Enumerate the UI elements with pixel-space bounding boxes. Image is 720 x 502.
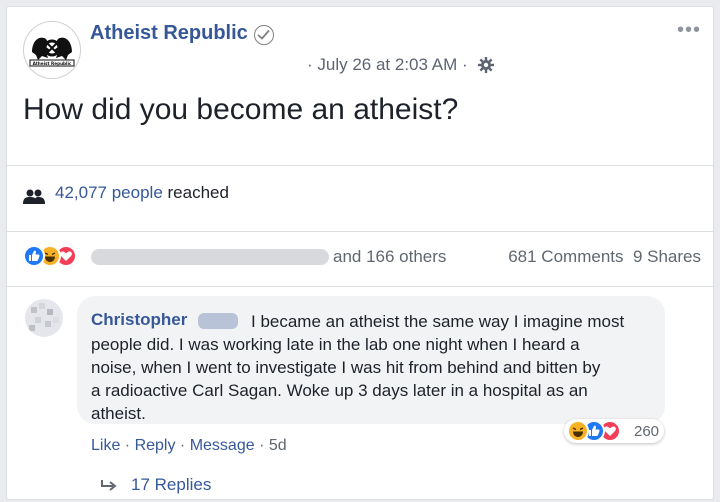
comment-actions: Like · Reply · Message · 5d [91,437,287,455]
post-timestamp[interactable]: · July 26 at 2:03 AM · [307,55,468,75]
gear-icon[interactable] [477,56,495,79]
logo-text: Atheist Republic [33,61,72,66]
reach-stat[interactable]: 42,077 people reached [55,183,229,203]
like-link[interactable]: Like [91,437,120,454]
reactor-names-redacted [91,249,329,265]
shares-count[interactable]: 9 Shares [633,247,701,266]
separator: · [254,437,269,454]
comment-line: I became an atheist the same way I imagi… [251,312,625,331]
comment-reactions[interactable]: 260 [564,419,664,443]
comment-line: noise, when I went to investigate I was … [91,358,601,377]
divider [7,231,713,232]
comments-count[interactable]: 681 Comments [508,247,623,266]
separator: · [120,437,135,454]
page-name[interactable]: Atheist Republic [90,22,248,45]
people-icon [23,189,45,210]
reply-link[interactable]: Reply [135,437,176,454]
engagement-counts: 681 Comments 9 Shares [508,247,701,267]
reach-label: reached [162,183,229,202]
comment-bubble: Christopher I became an atheist the same… [77,296,665,424]
message-link[interactable]: Message [190,437,255,454]
comment-line: people did. I was working late in the la… [91,335,580,354]
verified-check-icon [254,25,274,45]
post-text: How did you become an atheist? [23,93,459,126]
divider [7,286,713,287]
comment-reaction-count: 260 [634,423,660,440]
haha-reaction-icon [567,420,589,442]
comment-text: I became an atheist the same way I imagi… [91,310,657,425]
page-avatar[interactable]: Atheist Republic [23,21,81,79]
commenter-avatar[interactable] [25,299,63,337]
post-card: Atheist Republic Atheist Republic · July… [6,6,714,500]
view-replies-link[interactable]: 17 Replies [131,475,211,495]
like-reaction-icon [23,245,45,267]
comment-time[interactable]: 5d [269,437,287,454]
divider [7,165,713,166]
reply-arrow-icon [99,478,119,497]
more-options-icon[interactable]: ••• [677,19,701,42]
reactions-others[interactable]: and 166 others [333,247,446,267]
reach-count: 42,077 people [55,183,163,202]
separator: · [175,437,190,454]
comment-line: a radioactive Carl Sagan. Woke up 3 days… [91,381,588,400]
